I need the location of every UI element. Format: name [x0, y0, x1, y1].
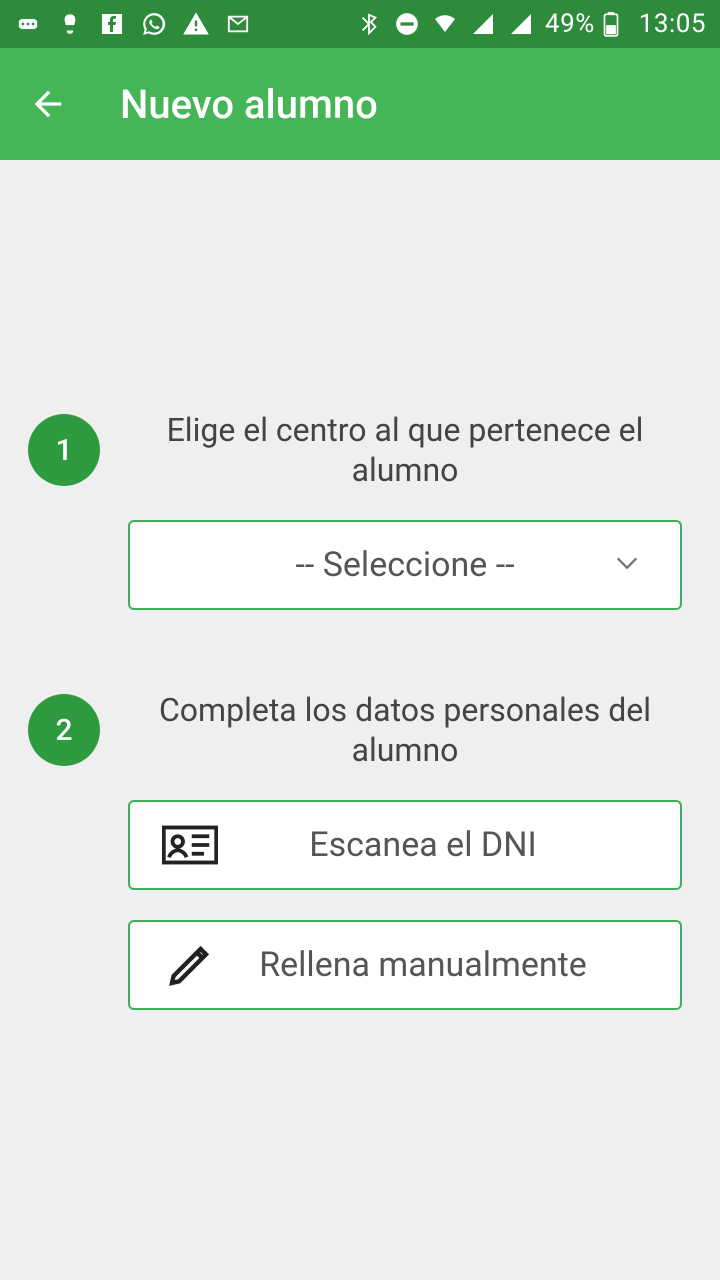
- scan-dni-button[interactable]: Escanea el DNI: [128, 800, 682, 890]
- status-right: 49% 13:05: [355, 9, 706, 39]
- fill-manual-label: Rellena manualmente: [256, 945, 650, 985]
- step-1-text: Elige el centro al que pertenece el alum…: [128, 410, 692, 490]
- pencil-icon: [160, 941, 220, 989]
- page-title: Nuevo alumno: [120, 81, 378, 128]
- step-2-row: 2 Completa los datos personales del alum…: [28, 690, 692, 770]
- app-notif-icon: [56, 10, 84, 38]
- battery-indicator: 49%: [545, 9, 619, 39]
- wifi-icon: [431, 10, 459, 38]
- step-2-text: Completa los datos personales del alumno: [128, 690, 692, 770]
- center-select[interactable]: -- Seleccione --: [128, 520, 682, 610]
- step-1-badge: 1: [28, 414, 100, 486]
- dnd-icon: [393, 10, 421, 38]
- battery-text: 49%: [545, 9, 595, 39]
- fill-manual-button[interactable]: Rellena manualmente: [128, 920, 682, 1010]
- arrow-back-icon: [28, 84, 68, 124]
- more-icon: [14, 10, 42, 38]
- step-1-row: 1 Elige el centro al que pertenece el al…: [28, 410, 692, 490]
- mail-icon: [224, 10, 252, 38]
- signal-1-icon: [469, 10, 497, 38]
- chevron-down-icon: [610, 549, 644, 581]
- id-card-icon: [160, 825, 220, 865]
- battery-icon: [603, 11, 619, 37]
- bluetooth-icon: [355, 10, 383, 38]
- warning-icon: [182, 10, 210, 38]
- app-bar: Nuevo alumno: [0, 48, 720, 160]
- signal-2-icon: [507, 10, 535, 38]
- facebook-icon: [98, 10, 126, 38]
- back-button[interactable]: [24, 80, 72, 128]
- clock-text: 13:05: [639, 9, 706, 39]
- center-select-placeholder: -- Seleccione --: [295, 545, 514, 585]
- scan-dni-label: Escanea el DNI: [256, 825, 650, 865]
- step-2-badge: 2: [28, 694, 100, 766]
- status-bar: 49% 13:05: [0, 0, 720, 48]
- content: 1 Elige el centro al que pertenece el al…: [0, 160, 720, 1010]
- status-left: [14, 10, 252, 38]
- whatsapp-icon: [140, 10, 168, 38]
